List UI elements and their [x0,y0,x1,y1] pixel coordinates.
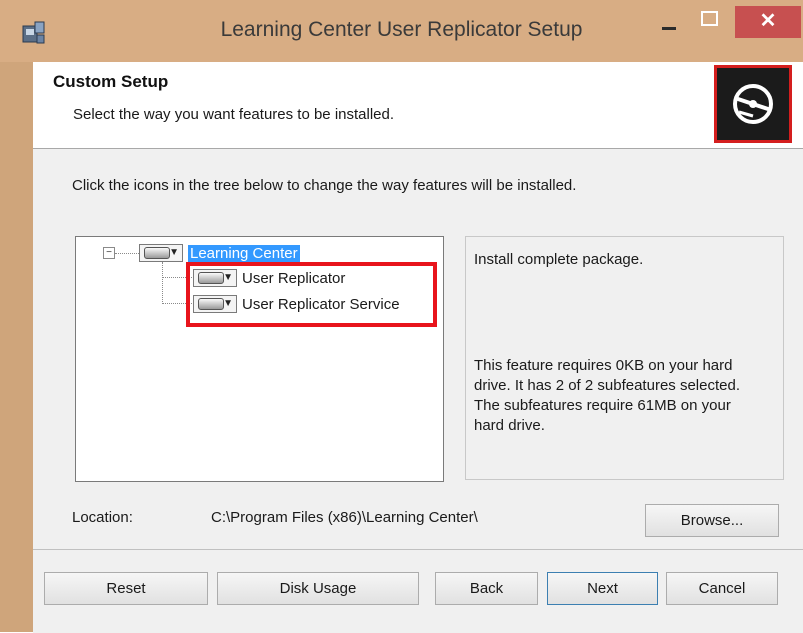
title-bar[interactable]: Learning Center User Replicator Setup ✕ [0,0,803,62]
reset-button[interactable]: Reset [44,572,208,605]
next-button[interactable]: Next [547,572,658,605]
tree-connector [115,253,139,254]
tree-collapse-icon[interactable]: − [103,247,115,259]
window-left-border [0,62,33,632]
back-button[interactable]: Back [435,572,538,605]
page-subtitle: Select the way you want features to be i… [73,106,395,123]
button-bar: Reset Disk Usage Back Next Cancel [33,549,803,633]
feature-description-panel: Install complete package. This feature r… [465,236,784,480]
feature-description: Install complete package. [474,251,644,268]
close-button[interactable]: ✕ [735,6,801,38]
custom-setup-panel: Click the icons in the tree below to cha… [33,149,803,549]
close-icon: ✕ [759,10,777,32]
install-location-path: C:\Program Files (x86)\Learning Center\ [211,509,478,526]
cancel-button[interactable]: Cancel [666,572,778,605]
maximize-button[interactable] [690,6,726,38]
feature-tree[interactable]: − ▼ Learning Center ▼ User Replicator ▼ … [75,236,444,482]
tree-item-label: Learning Center [188,244,300,262]
dropdown-arrow-icon: ▼ [169,247,179,258]
install-disc-icon [714,65,792,143]
hard-drive-icon [144,247,170,259]
tree-connector [162,262,163,304]
maximize-icon [701,11,718,26]
tree-item-learning-center[interactable]: ▼ Learning Center [139,242,300,264]
disk-usage-button[interactable]: Disk Usage [217,572,419,605]
minimize-icon [662,27,676,30]
page-title: Custom Setup [53,72,169,91]
feature-state-dropdown[interactable]: ▼ [139,244,183,262]
instruction-text: Click the icons in the tree below to cha… [72,177,577,194]
minimize-button[interactable] [652,6,686,38]
location-label: Location: [72,509,133,526]
feature-disk-requirements: This feature requires 0KB on your hard d… [474,357,740,434]
annotation-highlight-box [186,262,437,327]
header-banner: Custom Setup Select the way you want fea… [33,62,803,149]
installer-window: Learning Center User Replicator Setup ✕ … [0,0,803,633]
browse-button[interactable]: Browse... [645,504,779,537]
